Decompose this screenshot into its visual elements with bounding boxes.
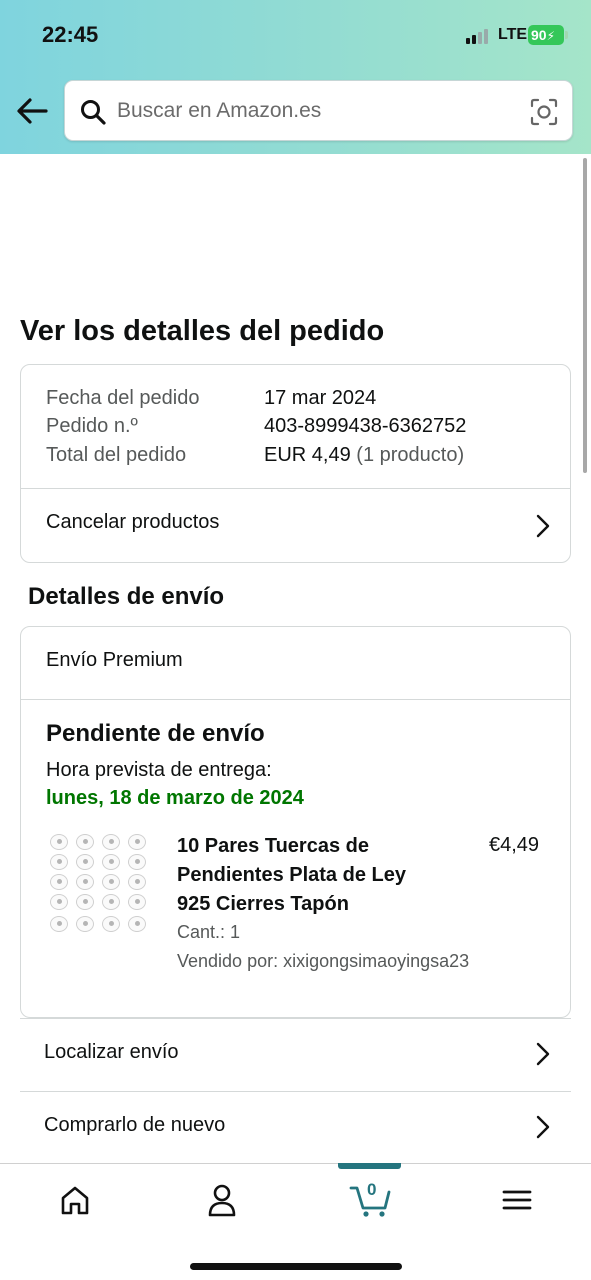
delivery-eta-date: lunes, 18 de marzo de 2024: [46, 787, 304, 809]
order-total-label: Total del pedido: [46, 444, 187, 466]
page-title: Ver los detalles del pedido: [20, 315, 385, 347]
cart-count: 0: [367, 1180, 377, 1199]
track-shipment-label: Localizar envío: [44, 1041, 179, 1063]
shipping-type: Envío Premium: [46, 649, 183, 671]
battery-level: 90: [531, 27, 547, 43]
buy-again-label: Comprarlo de nuevo: [44, 1114, 226, 1136]
cancel-products-label: Cancelar productos: [46, 511, 220, 533]
menu-icon[interactable]: [497, 1182, 537, 1218]
shipping-section-title: Detalles de envío: [28, 583, 225, 610]
chevron-right-icon: [536, 514, 550, 538]
delivery-eta-label: Hora prevista de entrega:: [46, 759, 272, 781]
track-shipment-row[interactable]: Localizar envío: [20, 1018, 571, 1090]
order-number-label: Pedido n.º: [46, 415, 138, 437]
search-icon: [81, 100, 106, 125]
divider: [21, 699, 570, 700]
home-icon[interactable]: [55, 1182, 95, 1218]
battery-icon: 90⚡: [528, 25, 568, 45]
shipment-card: Envío Premium Pendiente de envío Hora pr…: [20, 626, 571, 1018]
product-image[interactable]: [48, 832, 154, 940]
buy-again-row[interactable]: Comprarlo de nuevo: [20, 1091, 571, 1163]
active-tab-indicator: [338, 1163, 401, 1169]
bottom-tab-bar: 0: [0, 1163, 591, 1280]
product-quantity: Cant.: 1: [177, 922, 241, 942]
status-time: 22:45: [42, 22, 99, 47]
cancel-products-row[interactable]: Cancelar productos: [21, 489, 570, 563]
home-indicator: [190, 1263, 402, 1270]
chevron-right-icon: [536, 1115, 550, 1139]
cart-tab[interactable]: 0: [349, 1180, 393, 1218]
scrollbar[interactable]: [583, 158, 587, 473]
product-seller: Vendido por: xixigongsimaoyingsa23: [177, 951, 470, 971]
product-title[interactable]: 10 Pares Tuercas de Pendientes Plata de …: [177, 832, 417, 919]
product-price: €4,49: [489, 834, 540, 856]
app-header: 22:45 LTE 90⚡: [0, 0, 591, 154]
order-number-value: 403-8999438-6362752: [264, 415, 467, 437]
shipment-status: Pendiente de envío: [46, 720, 265, 747]
order-total-value: EUR 4,49 (1 producto): [264, 444, 464, 467]
order-total-amount: EUR 4,49: [264, 444, 351, 466]
camera-scan-icon[interactable]: [529, 97, 559, 127]
account-icon[interactable]: [202, 1182, 242, 1218]
chevron-right-icon: [536, 1042, 550, 1066]
back-arrow-icon[interactable]: [14, 94, 50, 128]
cellular-signal-icon: [466, 28, 492, 44]
order-date-value: 17 mar 2024: [264, 387, 377, 409]
order-total-count: (1 producto): [356, 444, 465, 466]
search-bar[interactable]: [64, 80, 573, 141]
network-type: LTE: [498, 26, 528, 43]
order-date-label: Fecha del pedido: [46, 387, 200, 409]
search-input[interactable]: [117, 93, 517, 129]
order-summary-card: Fecha del pedido 17 mar 2024 Pedido n.º …: [20, 364, 571, 563]
